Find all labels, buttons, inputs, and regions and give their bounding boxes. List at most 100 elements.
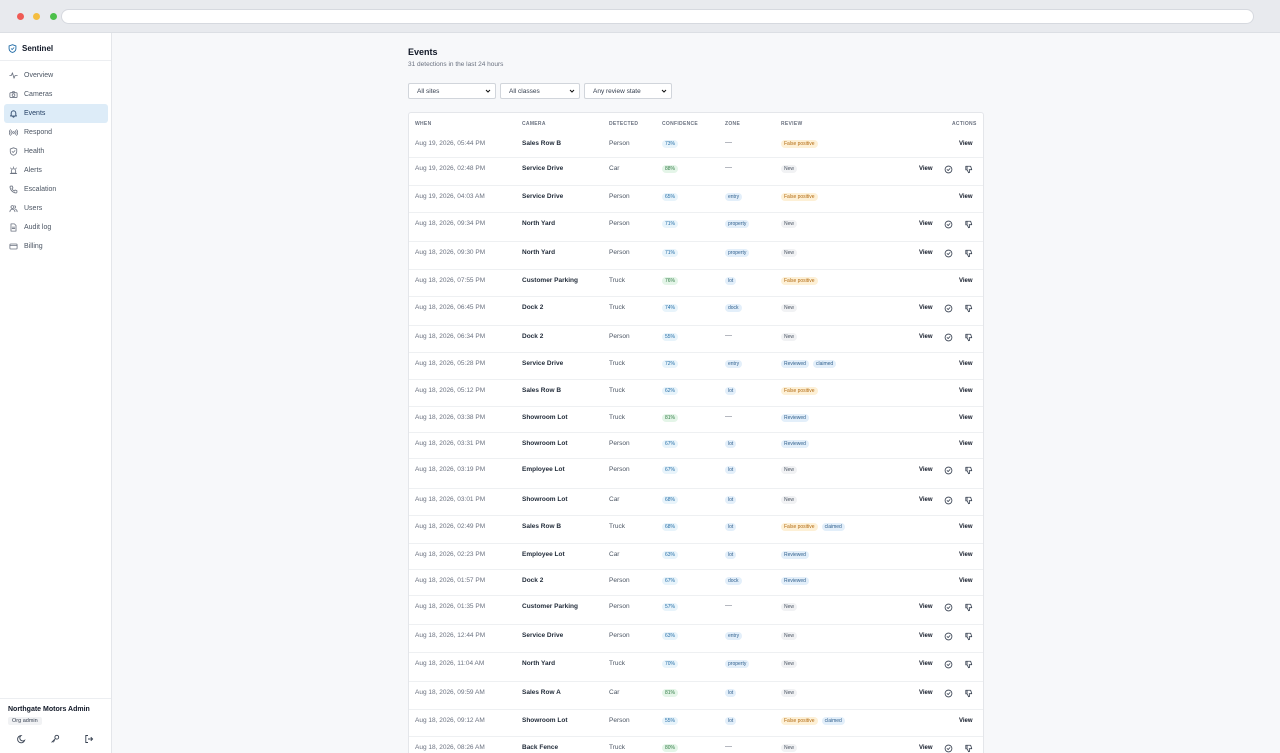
table-row[interactable]: Aug 18, 2026, 01:35 PM Customer Parking Pe… bbox=[409, 595, 983, 623]
sidebar-item-alerts[interactable]: Alerts bbox=[4, 161, 108, 180]
page-title: Events bbox=[408, 47, 438, 57]
confidence-badge: 76% bbox=[662, 277, 679, 285]
view-button[interactable]: View bbox=[919, 305, 933, 311]
mark-reviewed-icon[interactable] bbox=[944, 220, 953, 229]
thumbs-down-icon[interactable] bbox=[964, 249, 973, 258]
column-header-review: REVIEW bbox=[781, 121, 803, 127]
review-filter-select[interactable]: Any review state bbox=[584, 83, 672, 99]
view-button[interactable]: View bbox=[919, 334, 933, 340]
thumbs-down-icon[interactable] bbox=[964, 333, 973, 342]
mark-reviewed-icon[interactable] bbox=[944, 632, 953, 641]
table-row[interactable]: Aug 18, 2026, 11:04 AM North Yard Truck 70%… bbox=[409, 652, 983, 680]
view-button[interactable]: View bbox=[919, 166, 933, 172]
sidebar-item-cameras[interactable]: Cameras bbox=[4, 85, 108, 104]
view-button[interactable]: View bbox=[959, 415, 973, 421]
view-button[interactable]: View bbox=[959, 361, 973, 367]
table-row[interactable]: Aug 18, 2026, 03:31 PM Showroom Lot Person… bbox=[409, 432, 983, 460]
view-button[interactable]: View bbox=[919, 221, 933, 227]
table-row[interactable]: Aug 18, 2026, 03:01 PM Showroom Lot Car 68%… bbox=[409, 488, 983, 516]
view-button[interactable]: View bbox=[919, 745, 933, 751]
table-row[interactable]: Aug 19, 2026, 04:03 AM Service Drive Perso… bbox=[409, 185, 983, 213]
sidebar-item-billing[interactable]: Billing bbox=[4, 237, 108, 256]
review-badge: claimed bbox=[821, 717, 845, 725]
table-row[interactable]: Aug 18, 2026, 08:26 AM Back Fence Truck 80%… bbox=[409, 736, 983, 753]
table-row[interactable]: Aug 18, 2026, 02:49 PM Sales Row B Truck 68… bbox=[409, 515, 983, 543]
brand[interactable]: Sentinel bbox=[8, 42, 53, 54]
thumbs-down-icon[interactable] bbox=[964, 689, 973, 698]
confidence-badge: 88% bbox=[662, 165, 679, 173]
mark-reviewed-icon[interactable] bbox=[944, 304, 953, 313]
sidebar-item-events[interactable]: Events bbox=[4, 104, 108, 123]
minimize-window-button[interactable] bbox=[33, 13, 40, 20]
view-button[interactable]: View bbox=[959, 194, 973, 200]
confidence-badge: 63% bbox=[662, 632, 679, 640]
view-button[interactable]: View bbox=[959, 278, 973, 284]
chevron-down-icon bbox=[569, 89, 575, 93]
close-window-button[interactable] bbox=[17, 13, 24, 20]
sidebar-item-audit-log[interactable]: Audit log bbox=[4, 218, 108, 237]
mark-reviewed-icon[interactable] bbox=[944, 165, 953, 174]
sidebar-item-users[interactable]: Users bbox=[4, 199, 108, 218]
view-button[interactable]: View bbox=[919, 661, 933, 667]
theme-moon-icon[interactable] bbox=[17, 734, 27, 744]
mark-reviewed-icon[interactable] bbox=[944, 744, 953, 753]
mark-reviewed-icon[interactable] bbox=[944, 496, 953, 505]
sidebar-item-respond[interactable]: Respond bbox=[4, 123, 108, 142]
thumbs-down-icon[interactable] bbox=[964, 744, 973, 753]
view-button[interactable]: View bbox=[919, 250, 933, 256]
address-bar[interactable] bbox=[61, 9, 1254, 24]
event-camera: Showroom Lot bbox=[522, 414, 568, 421]
table-row[interactable]: Aug 18, 2026, 05:12 PM Sales Row B Truck 62… bbox=[409, 379, 983, 407]
thumbs-down-icon[interactable] bbox=[964, 603, 973, 612]
sidebar-item-health[interactable]: Health bbox=[4, 142, 108, 161]
view-button[interactable]: View bbox=[959, 388, 973, 394]
thumbs-down-icon[interactable] bbox=[964, 660, 973, 669]
view-button[interactable]: View bbox=[959, 718, 973, 724]
key-icon[interactable] bbox=[50, 734, 60, 744]
review-status: New bbox=[781, 165, 798, 173]
table-row[interactable]: Aug 18, 2026, 03:19 PM Employee Lot Person… bbox=[409, 458, 983, 486]
table-row[interactable]: Aug 18, 2026, 03:38 PM Showroom Lot Truck 8… bbox=[409, 406, 983, 434]
table-row[interactable]: Aug 18, 2026, 09:30 PM North Yard Person 71… bbox=[409, 241, 983, 269]
table-row[interactable]: Aug 18, 2026, 02:23 PM Employee Lot Car 63%… bbox=[409, 543, 983, 571]
site-filter-select[interactable]: All sites bbox=[408, 83, 496, 99]
view-button[interactable]: View bbox=[919, 604, 933, 610]
mark-reviewed-icon[interactable] bbox=[944, 333, 953, 342]
view-button[interactable]: View bbox=[959, 141, 973, 147]
table-row[interactable]: Aug 18, 2026, 07:55 PM Customer Parking Tr… bbox=[409, 269, 983, 297]
table-row[interactable]: Aug 19, 2026, 02:48 PM Service Drive Car 88… bbox=[409, 157, 983, 185]
table-row[interactable]: Aug 18, 2026, 09:59 AM Sales Row A Car 81% l… bbox=[409, 681, 983, 709]
table-row[interactable]: Aug 18, 2026, 12:44 PM Service Drive Perso… bbox=[409, 624, 983, 652]
mark-reviewed-icon[interactable] bbox=[944, 249, 953, 258]
table-row[interactable]: Aug 18, 2026, 06:34 PM Dock 2 Person 55% — Ne… bbox=[409, 325, 983, 353]
table-row[interactable]: Aug 18, 2026, 05:28 PM Service Drive Truck… bbox=[409, 352, 983, 380]
view-button[interactable]: View bbox=[919, 690, 933, 696]
thumbs-down-icon[interactable] bbox=[964, 304, 973, 313]
mark-reviewed-icon[interactable] bbox=[944, 603, 953, 612]
mark-reviewed-icon[interactable] bbox=[944, 689, 953, 698]
view-button[interactable]: View bbox=[959, 524, 973, 530]
thumbs-down-icon[interactable] bbox=[964, 496, 973, 505]
thumbs-down-icon[interactable] bbox=[964, 220, 973, 229]
table-row[interactable]: Aug 18, 2026, 09:12 AM Showroom Lot Person… bbox=[409, 709, 983, 737]
maximize-window-button[interactable] bbox=[50, 13, 57, 20]
table-row[interactable]: Aug 18, 2026, 09:34 PM North Yard Person 71… bbox=[409, 212, 983, 240]
thumbs-down-icon[interactable] bbox=[964, 632, 973, 641]
thumbs-down-icon[interactable] bbox=[964, 466, 973, 475]
sidebar-item-overview[interactable]: Overview bbox=[4, 66, 108, 85]
mark-reviewed-icon[interactable] bbox=[944, 466, 953, 475]
view-button[interactable]: View bbox=[959, 441, 973, 447]
table-row[interactable]: Aug 18, 2026, 01:57 PM Dock 2 Person 67% doc… bbox=[409, 569, 983, 597]
thumbs-down-icon[interactable] bbox=[964, 165, 973, 174]
view-button[interactable]: View bbox=[919, 467, 933, 473]
class-filter-select[interactable]: All classes bbox=[500, 83, 580, 99]
event-time: Aug 18, 2026, 05:28 PM bbox=[415, 360, 486, 367]
mark-reviewed-icon[interactable] bbox=[944, 660, 953, 669]
view-button[interactable]: View bbox=[959, 578, 973, 584]
view-button[interactable]: View bbox=[959, 552, 973, 558]
sidebar-item-escalation[interactable]: Escalation bbox=[4, 180, 108, 199]
logout-icon[interactable] bbox=[84, 734, 94, 744]
view-button[interactable]: View bbox=[919, 633, 933, 639]
table-row[interactable]: Aug 18, 2026, 06:45 PM Dock 2 Truck 74% dock… bbox=[409, 296, 983, 324]
view-button[interactable]: View bbox=[919, 497, 933, 503]
